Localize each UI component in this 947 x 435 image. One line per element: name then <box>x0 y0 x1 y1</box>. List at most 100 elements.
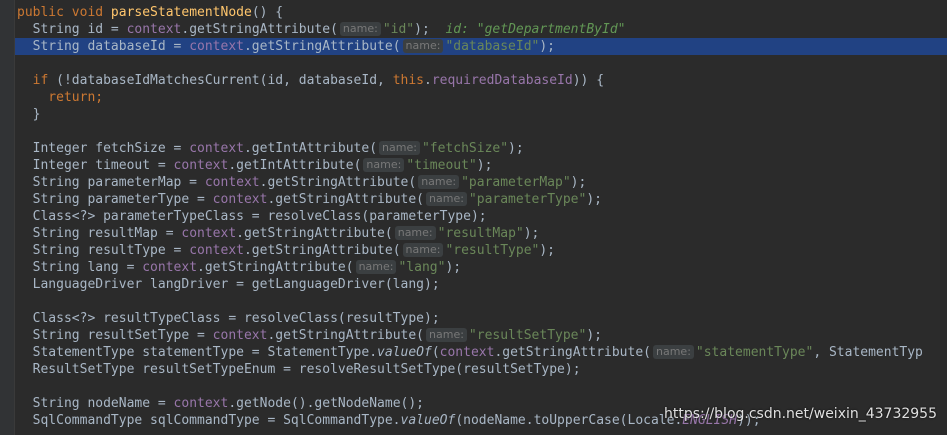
code-token: String resultType = <box>17 243 190 258</box>
code-line[interactable] <box>15 55 947 72</box>
code-token: "databaseId" <box>445 39 540 54</box>
code-line[interactable]: String resultMap = context.getStringAttr… <box>15 225 947 242</box>
code-token: String databaseId = <box>17 39 190 54</box>
code-token: ); <box>586 192 602 207</box>
code-token: , StatementTyp <box>813 345 923 360</box>
code-token: return <box>17 90 96 105</box>
code-token: context <box>189 141 244 156</box>
code-token: .getStringAttribute( <box>243 243 401 258</box>
code-token: String lang = <box>17 260 143 275</box>
code-token: .getStringAttribute( <box>181 22 338 37</box>
code-token: context <box>189 243 244 258</box>
code-line[interactable]: if (!databaseIdMatchesCurrent(id, databa… <box>15 72 947 89</box>
code-token: "timeout" <box>406 158 477 173</box>
code-token: ); <box>539 243 556 258</box>
code-line[interactable]: String id = context.getStringAttribute(n… <box>15 21 947 38</box>
code-token: .getIntAttribute( <box>243 141 378 156</box>
code-line[interactable] <box>15 293 947 310</box>
code-token: ( <box>431 345 440 360</box>
code-token: context <box>204 175 260 190</box>
code-line[interactable]: Integer fetchSize = context.getIntAttrib… <box>15 140 947 157</box>
code-token: ); <box>508 141 524 156</box>
code-token: "resultSetType" <box>468 328 587 343</box>
parameter-hint: name: <box>426 192 467 206</box>
code-token: (!databaseIdMatchesCurrent(id, databaseI… <box>56 73 393 88</box>
code-line[interactable]: String resultSetType = context.getString… <box>15 327 947 344</box>
code-token: .getNode().getNodeName(); <box>228 396 425 411</box>
code-token: valueOf <box>377 345 432 360</box>
code-token: requiredDatabaseId <box>431 73 573 88</box>
code-token: String parameterType = <box>17 192 213 207</box>
code-token: String resultSetType = <box>17 328 213 343</box>
code-token: String id = <box>17 22 127 37</box>
code-line[interactable]: return; <box>15 89 947 106</box>
code-token: ); <box>476 158 493 173</box>
code-token: .getStringAttribute( <box>197 260 354 275</box>
code-line[interactable]: Class<?> parameterTypeClass = resolveCla… <box>15 208 947 225</box>
parameter-hint: name: <box>426 328 467 342</box>
code-line[interactable]: LanguageDriver langDriver = getLanguageD… <box>15 276 947 293</box>
code-token: valueOf <box>400 413 456 428</box>
code-token: (nodeName.toUpperCase(Locale. <box>455 413 683 428</box>
code-token: )) { <box>572 73 605 88</box>
code-token: id: "getDepartmentById" <box>445 22 626 37</box>
parameter-hint: name: <box>653 345 694 359</box>
code-token: String nodeName = <box>17 396 174 411</box>
code-line[interactable]: } <box>15 106 947 123</box>
code-line[interactable]: String parameterMap = context.getStringA… <box>15 174 947 191</box>
code-line[interactable]: String resultType = context.getStringAtt… <box>15 242 947 259</box>
editor-gutter[interactable] <box>0 0 15 435</box>
code-token: parseStatementNode <box>110 5 252 20</box>
code-line[interactable]: Integer timeout = context.getIntAttribut… <box>15 157 947 174</box>
code-token: ); <box>586 328 602 343</box>
code-token: "fetchSize" <box>421 141 509 156</box>
parameter-hint: name: <box>379 141 420 155</box>
code-token: this <box>392 73 424 88</box>
code-token: String resultMap = <box>17 226 182 241</box>
code-token: .getStringAttribute( <box>259 175 417 190</box>
code-token: context <box>142 260 198 275</box>
code-token: ResultSetType resultSetTypeEnum = resolv… <box>17 362 581 377</box>
code-token: public void <box>17 5 111 20</box>
code-token: "lang" <box>398 260 446 275</box>
code-token: } <box>17 107 41 122</box>
code-token: ; <box>95 90 104 105</box>
code-token: Integer timeout = <box>17 158 174 173</box>
code-token: "resultMap" <box>437 226 524 241</box>
code-line[interactable] <box>15 378 947 395</box>
code-line[interactable]: StatementType statementType = StatementT… <box>15 344 947 361</box>
code-token: ); <box>523 226 540 241</box>
code-token: "statementType" <box>695 345 814 360</box>
code-token: ); <box>539 39 556 54</box>
code-token: . <box>424 73 432 88</box>
code-token: context <box>173 396 229 411</box>
code-token: Class<?> resultTypeClass = resolveClass(… <box>17 311 440 326</box>
code-token: ); <box>414 22 446 37</box>
code-token: SqlCommandType sqlCommandType = SqlComma… <box>17 413 401 428</box>
code-token: context <box>212 328 268 343</box>
code-line[interactable]: String parameterType = context.getString… <box>15 191 947 208</box>
code-token: "id" <box>382 22 415 37</box>
code-token: "parameterType" <box>468 192 587 207</box>
code-token: .getIntAttribute( <box>228 158 362 173</box>
parameter-hint: name: <box>418 175 460 189</box>
parameter-hint: name: <box>355 260 397 274</box>
code-token: context <box>126 22 182 37</box>
parameter-hint: name: <box>402 39 444 53</box>
code-token: .getStringAttribute( <box>267 328 425 343</box>
parameter-hint: name: <box>402 243 444 257</box>
code-editor[interactable]: public void parseStatementNode() { Strin… <box>15 4 947 435</box>
code-line[interactable] <box>15 123 947 140</box>
code-token: .getStringAttribute( <box>494 345 651 360</box>
code-line[interactable]: Class<?> resultTypeClass = resolveClass(… <box>15 310 947 327</box>
code-line[interactable]: String lang = context.getStringAttribute… <box>15 259 947 276</box>
code-line[interactable]: public void parseStatementNode() { <box>15 4 947 21</box>
code-token: StatementType statementType = StatementT… <box>17 345 378 360</box>
code-token: .getStringAttribute( <box>236 226 393 241</box>
code-line[interactable]: ResultSetType resultSetTypeEnum = resolv… <box>15 361 947 378</box>
code-line-selected[interactable]: String databaseId = context.getStringAtt… <box>15 38 947 55</box>
parameter-hint: name: <box>339 22 381 36</box>
code-token: context <box>212 192 268 207</box>
code-token: context <box>181 226 237 241</box>
code-token: LanguageDriver langDriver = getLanguageD… <box>17 277 440 292</box>
